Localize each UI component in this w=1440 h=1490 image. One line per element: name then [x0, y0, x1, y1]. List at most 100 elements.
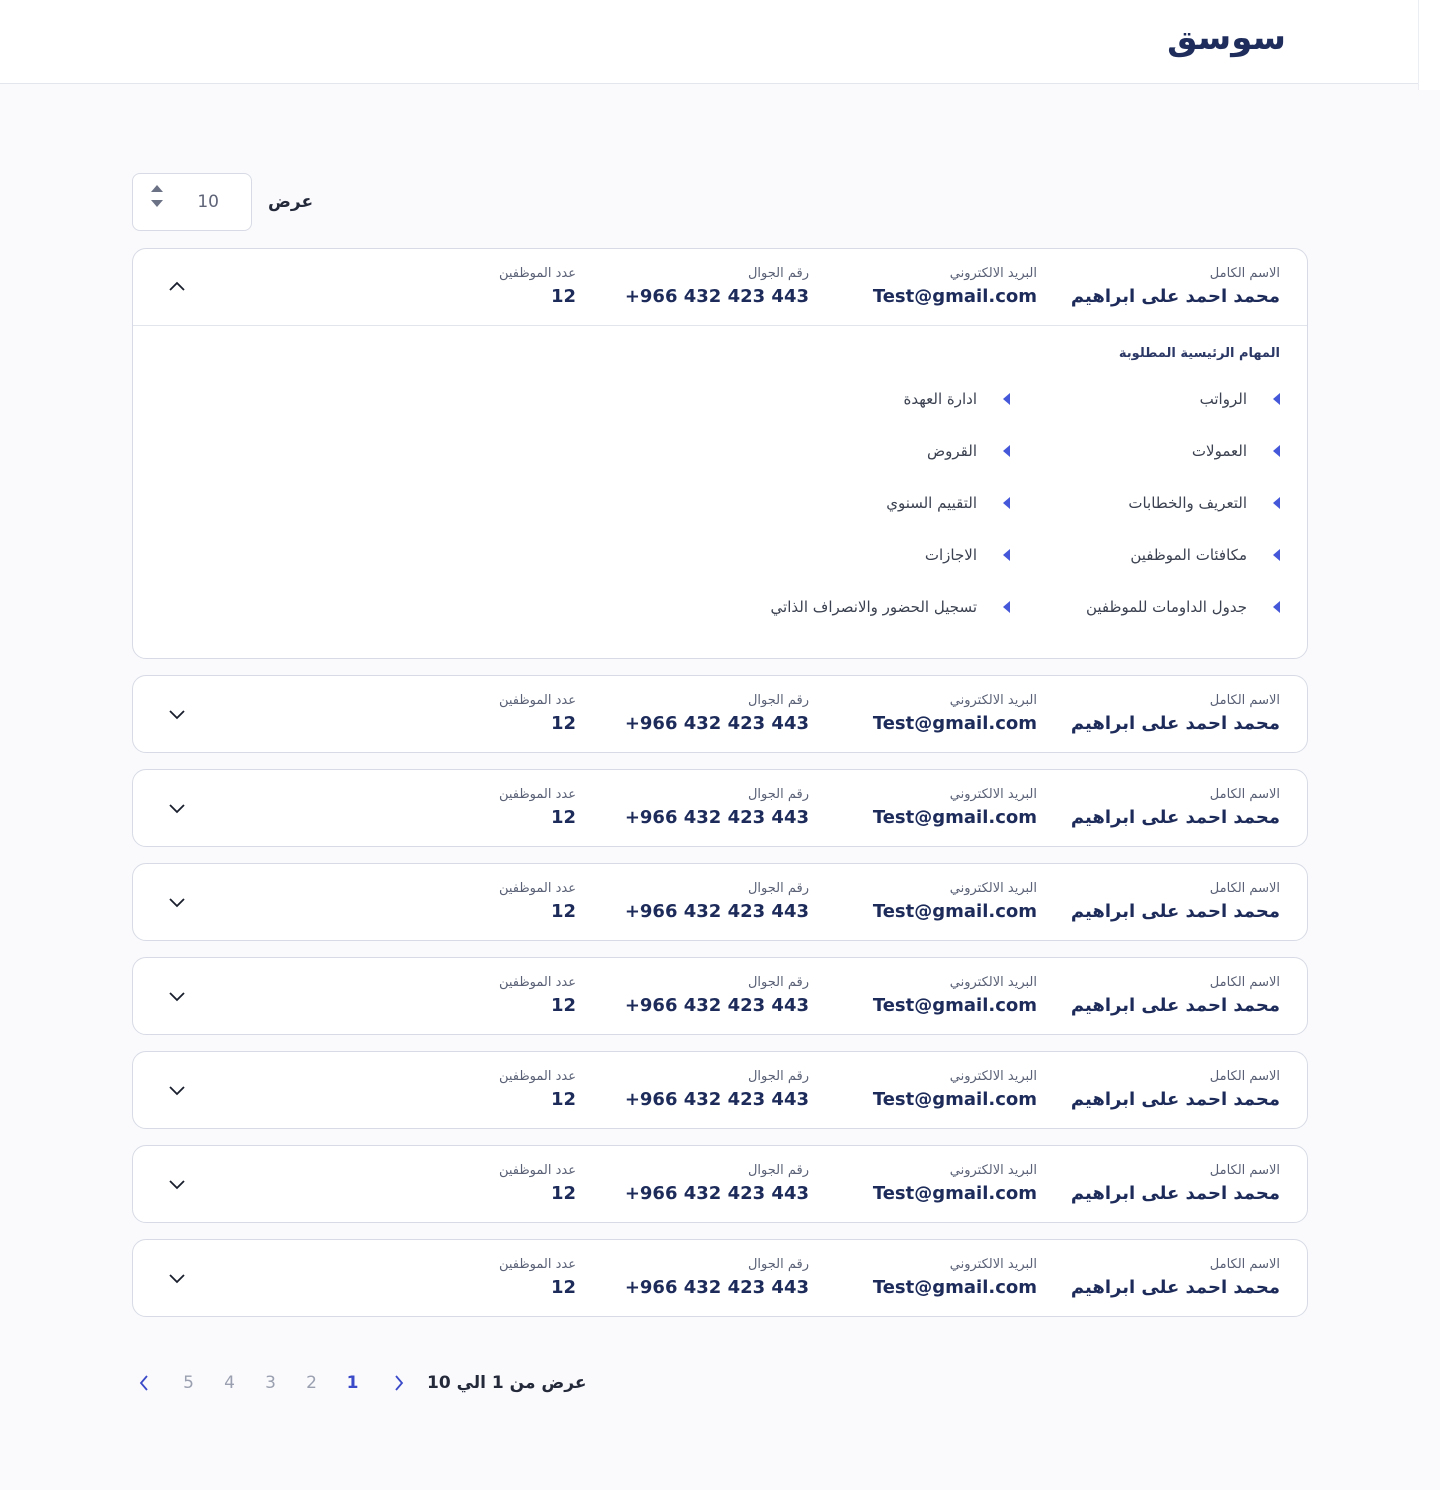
- employee-count-label: عدد الموظفين: [498, 266, 576, 281]
- pagination-summary: عرض من 1 الي 10: [427, 1373, 587, 1393]
- email-column: البريد الالكتروني Test@gmail.com: [873, 1256, 1037, 1302]
- chevron-down-icon[interactable]: [169, 1176, 185, 1192]
- email-value: Test@gmail.com: [872, 901, 1037, 922]
- chevron-down-icon[interactable]: [169, 1082, 185, 1098]
- tasks-title: المهام الرئيسية المطلوبة: [1118, 346, 1280, 361]
- caret-left-icon: [1003, 601, 1010, 613]
- employee-count-value: 12: [550, 807, 576, 828]
- email-column: البريد الالكتروني Test@gmail.com: [873, 974, 1037, 1020]
- task-label: ادارة العهدة: [903, 390, 977, 408]
- name-column: الاسم الكامل محمد احمد على ابراهيم: [1071, 786, 1280, 832]
- app-logo[interactable]: سوسق: [1167, 18, 1286, 58]
- employee-count-value: 12: [550, 286, 576, 307]
- company-card[interactable]: الاسم الكامل محمد احمد على ابراهيم البري…: [132, 1051, 1308, 1129]
- card-header[interactable]: الاسم الكامل محمد احمد على ابراهيم البري…: [133, 1052, 1307, 1128]
- phone-column: رقم الجوال +966 432 423 443: [625, 974, 809, 1020]
- page-number-3[interactable]: 3: [250, 1373, 291, 1393]
- name-value: محمد احمد على ابراهيم: [1070, 286, 1280, 307]
- name-label: الاسم الكامل: [1209, 975, 1280, 990]
- page-number-5[interactable]: 5: [168, 1373, 209, 1393]
- name-value: محمد احمد على ابراهيم: [1070, 1277, 1280, 1298]
- caret-left-icon: [1003, 549, 1010, 561]
- card-details: المهام الرئيسية المطلوبة الرواتب العمولا…: [133, 325, 1307, 657]
- employee-count-value: 12: [550, 1277, 576, 1298]
- email-value: Test@gmail.com: [872, 1277, 1037, 1298]
- email-label: البريد الالكتروني: [949, 1069, 1037, 1084]
- employee-count-column: عدد الموظفين 12: [499, 974, 576, 1020]
- next-page-icon[interactable]: [132, 1368, 156, 1398]
- page-size-value[interactable]: 10: [197, 192, 219, 212]
- card-header[interactable]: الاسم الكامل محمد احمد على ابراهيم البري…: [133, 676, 1307, 752]
- page-size-stepper[interactable]: 10: [132, 173, 252, 231]
- phone-label: رقم الجوال: [747, 787, 809, 802]
- phone-column: رقم الجوال +966 432 423 443: [625, 1068, 809, 1114]
- phone-label: رقم الجوال: [747, 693, 809, 708]
- decrement-icon[interactable]: [151, 200, 163, 207]
- company-card[interactable]: الاسم الكامل محمد احمد على ابراهيم البري…: [132, 675, 1308, 753]
- email-column: البريد الالكتروني Test@gmail.com: [873, 880, 1037, 926]
- chevron-down-icon[interactable]: [169, 988, 185, 1004]
- company-card[interactable]: الاسم الكامل محمد احمد على ابراهيم البري…: [132, 957, 1308, 1035]
- email-value: Test@gmail.com: [872, 713, 1037, 734]
- page-number-1[interactable]: 1: [332, 1373, 373, 1393]
- card-header[interactable]: الاسم الكامل محمد احمد على ابراهيم البري…: [133, 1146, 1307, 1222]
- name-value: محمد احمد على ابراهيم: [1070, 995, 1280, 1016]
- chevron-down-icon[interactable]: [169, 800, 185, 816]
- email-value: Test@gmail.com: [872, 807, 1037, 828]
- phone-column: رقم الجوال +966 432 423 443: [625, 1162, 809, 1208]
- task-item: جدول الداومات للموظفين: [1086, 596, 1280, 618]
- company-card[interactable]: الاسم الكامل محمد احمد على ابراهيم البري…: [132, 1239, 1308, 1317]
- phone-label: رقم الجوال: [747, 975, 809, 990]
- company-card[interactable]: الاسم الكامل محمد احمد على ابراهيم البري…: [132, 248, 1308, 659]
- company-card[interactable]: الاسم الكامل محمد احمد على ابراهيم البري…: [132, 1145, 1308, 1223]
- phone-column: رقم الجوال +966 432 423 443: [625, 786, 809, 832]
- card-header[interactable]: الاسم الكامل محمد احمد على ابراهيم البري…: [133, 864, 1307, 940]
- page-size-label: عرض: [268, 192, 314, 212]
- employee-count-label: عدد الموظفين: [498, 881, 576, 896]
- caret-left-icon: [1003, 393, 1010, 405]
- prev-page-icon[interactable]: [387, 1368, 411, 1398]
- company-card[interactable]: الاسم الكامل محمد احمد على ابراهيم البري…: [132, 769, 1308, 847]
- card-header[interactable]: الاسم الكامل محمد احمد على ابراهيم البري…: [133, 249, 1307, 325]
- company-card[interactable]: الاسم الكامل محمد احمد على ابراهيم البري…: [132, 863, 1308, 941]
- employee-count-value: 12: [550, 1183, 576, 1204]
- scrollbar-track[interactable]: [1418, 0, 1440, 90]
- chevron-down-icon[interactable]: [169, 1270, 185, 1286]
- pagination: 12345 عرض من 1 الي 10: [132, 1368, 586, 1398]
- phone-column: رقم الجوال +966 432 423 443: [625, 880, 809, 926]
- card-header[interactable]: الاسم الكامل محمد احمد على ابراهيم البري…: [133, 1240, 1307, 1316]
- task-label: التقييم السنوي: [886, 494, 977, 512]
- task-item: العمولات: [1192, 440, 1280, 462]
- caret-left-icon: [1273, 445, 1280, 457]
- name-column: الاسم الكامل محمد احمد على ابراهيم: [1071, 880, 1280, 926]
- chevron-up-icon[interactable]: [169, 279, 185, 295]
- name-label: الاسم الكامل: [1209, 787, 1280, 802]
- chevron-down-icon[interactable]: [169, 894, 185, 910]
- phone-value: +966 432 423 443: [624, 995, 809, 1016]
- email-label: البريد الالكتروني: [949, 787, 1037, 802]
- employee-count-column: عدد الموظفين 12: [499, 265, 576, 311]
- top-bar: سوسق: [0, 0, 1418, 84]
- email-column: البريد الالكتروني Test@gmail.com: [873, 786, 1037, 832]
- increment-icon[interactable]: [151, 185, 163, 192]
- chevron-down-icon[interactable]: [169, 706, 185, 722]
- email-value: Test@gmail.com: [872, 286, 1037, 307]
- name-value: محمد احمد على ابراهيم: [1070, 807, 1280, 828]
- phone-value: +966 432 423 443: [624, 1183, 809, 1204]
- page-number-2[interactable]: 2: [291, 1373, 332, 1393]
- email-label: البريد الالكتروني: [949, 693, 1037, 708]
- employee-count-label: عدد الموظفين: [498, 787, 576, 802]
- page-number-4[interactable]: 4: [209, 1373, 250, 1393]
- email-column: البريد الالكتروني Test@gmail.com: [873, 692, 1037, 738]
- phone-value: +966 432 423 443: [624, 286, 809, 307]
- name-label: الاسم الكامل: [1209, 1163, 1280, 1178]
- employee-count-value: 12: [550, 1089, 576, 1110]
- email-value: Test@gmail.com: [872, 1183, 1037, 1204]
- phone-column: رقم الجوال +966 432 423 443: [625, 692, 809, 738]
- email-label: البريد الالكتروني: [949, 266, 1037, 281]
- employee-count-label: عدد الموظفين: [498, 1257, 576, 1272]
- task-label: العمولات: [1191, 442, 1247, 460]
- name-column: الاسم الكامل محمد احمد على ابراهيم: [1071, 1256, 1280, 1302]
- card-header[interactable]: الاسم الكامل محمد احمد على ابراهيم البري…: [133, 770, 1307, 846]
- card-header[interactable]: الاسم الكامل محمد احمد على ابراهيم البري…: [133, 958, 1307, 1034]
